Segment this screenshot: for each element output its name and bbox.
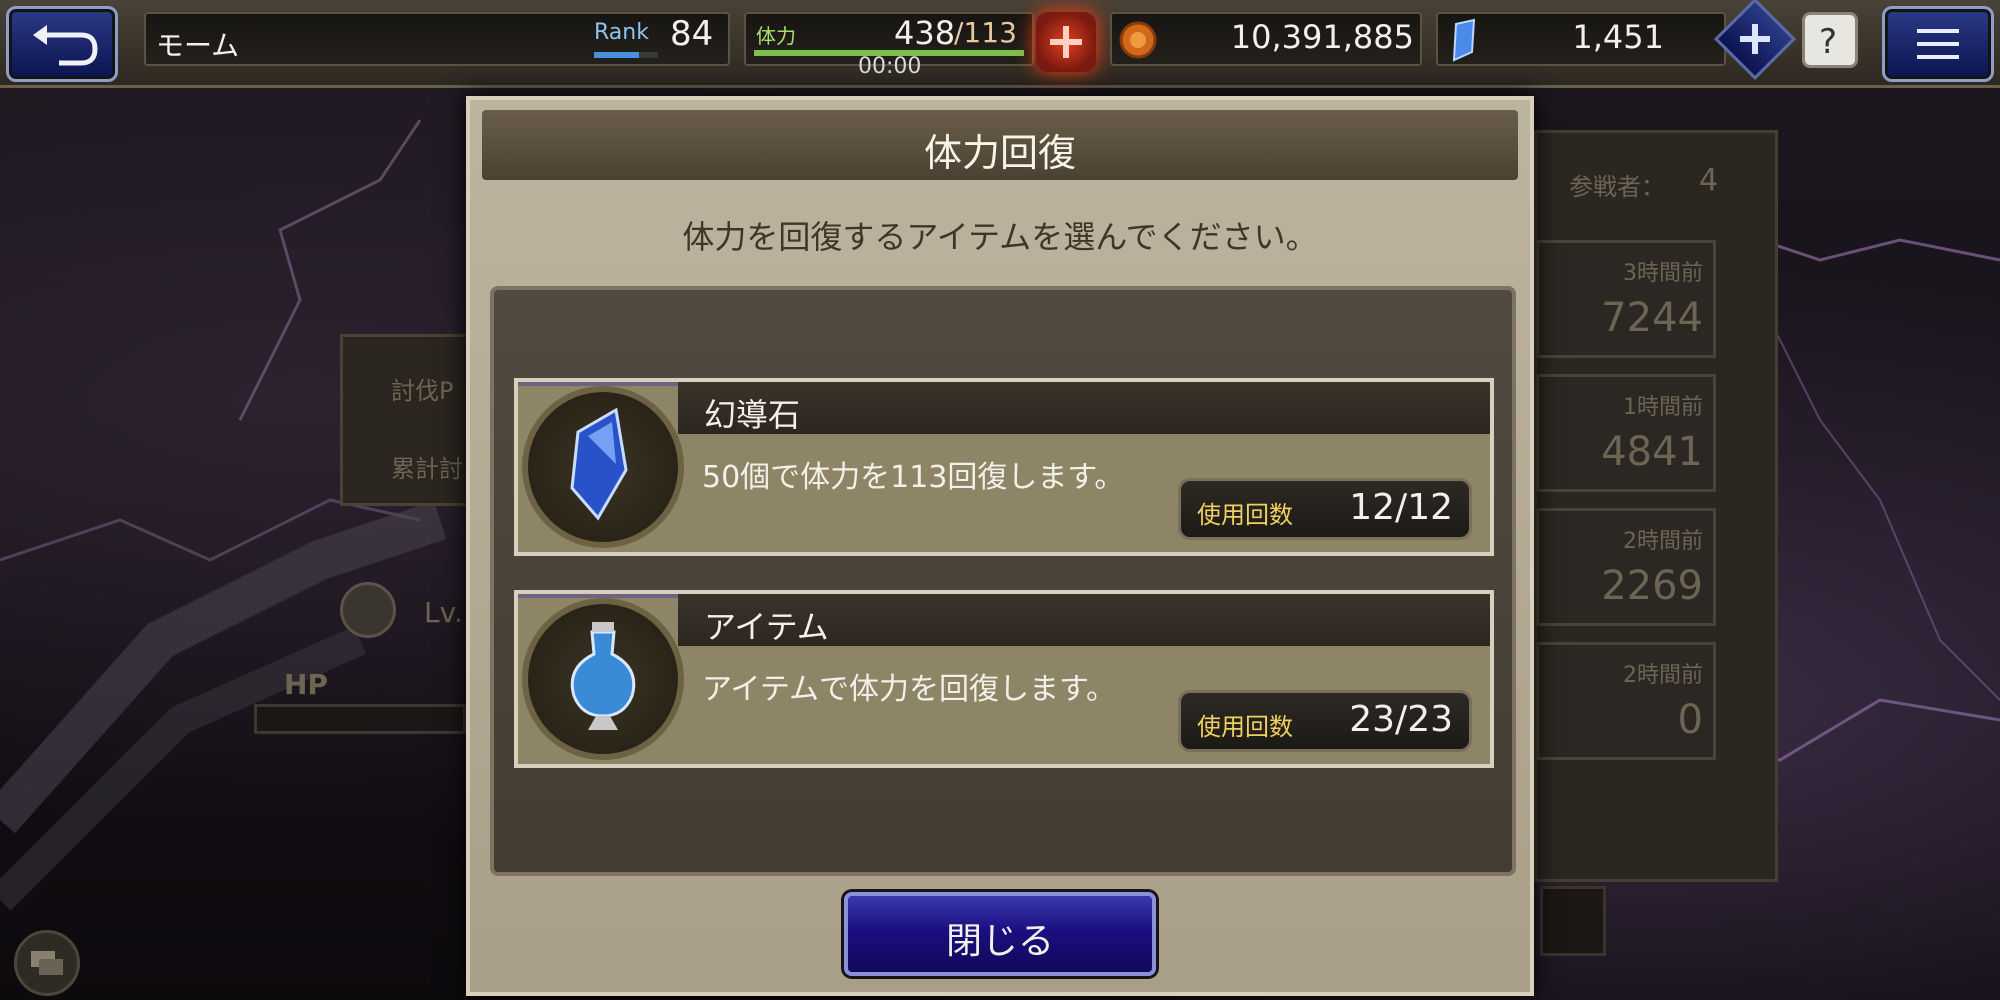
item-icon-frame <box>522 386 684 548</box>
history-card: 2時間前 0 <box>1536 642 1716 760</box>
history-value: 0 <box>1677 697 1703 743</box>
top-bar: モーム Rank 84 体力 438 /113 00:00 10,391,885… <box>0 0 2000 88</box>
usage-count-label: 使用回数 <box>1197 713 1293 741</box>
usage-count-value: 12/12 <box>1349 487 1453 528</box>
gem-panel: 1,451 <box>1436 12 1726 66</box>
left-label-1: 討伐P <box>391 377 454 405</box>
chat-icon <box>31 951 63 975</box>
hp-bar <box>254 704 466 734</box>
history-time: 2時間前 <box>1623 663 1703 688</box>
plus-icon <box>1740 24 1770 54</box>
participants-label: 参戦者： <box>1569 173 1665 201</box>
participants-count: 4 <box>1699 163 1719 198</box>
gem-icon <box>1452 18 1476 62</box>
menu-button[interactable] <box>1882 6 1994 82</box>
hp-label: HP <box>284 668 328 701</box>
gil-coin-icon <box>1119 21 1157 59</box>
help-button[interactable]: ? <box>1802 12 1858 68</box>
rank-value: 84 <box>670 14 714 54</box>
history-card: 3時間前 7244 <box>1536 240 1716 358</box>
history-time: 1時間前 <box>1623 395 1703 420</box>
stamina-recovery-dialog: 体力回復 体力を回復するアイテムを選んでください。 幻導石 50個で体力を113… <box>466 96 1534 996</box>
player-panel: モーム Rank 84 <box>144 12 730 66</box>
history-value: 7244 <box>1601 295 1703 341</box>
back-arrow-icon <box>33 25 98 66</box>
plus-icon <box>1050 26 1082 58</box>
item-name: アイテム <box>704 608 829 646</box>
dialog-title: 体力回復 <box>923 131 1076 175</box>
back-button[interactable] <box>6 6 118 82</box>
item-title-bar: アイテム <box>678 594 1490 646</box>
gem-amount: 1,451 <box>1572 18 1664 56</box>
close-button-label: 閉じる <box>945 921 1054 962</box>
item-title-bar: 幻導石 <box>678 382 1490 434</box>
usage-count-label: 使用回数 <box>1197 501 1293 529</box>
history-card: 1時間前 4841 <box>1536 374 1716 492</box>
usage-count-box: 使用回数 23/23 <box>1178 690 1472 752</box>
hamburger-menu-icon <box>1917 29 1959 59</box>
history-time: 3時間前 <box>1623 261 1703 286</box>
potion-icon <box>570 622 636 730</box>
history-value: 4841 <box>1601 429 1703 475</box>
level-emblem <box>340 582 396 638</box>
history-card: 2時間前 2269 <box>1536 508 1716 626</box>
history-time: 2時間前 <box>1623 529 1703 554</box>
rank-label: Rank <box>594 20 649 45</box>
rank-progress-bar <box>594 52 658 58</box>
recovery-item-list: 幻導石 50個で体力を113回復します。 使用回数 12/12 アイテム アイテ… <box>490 286 1516 876</box>
history-value: 2269 <box>1601 563 1703 609</box>
crystal-icon <box>570 407 628 521</box>
dialog-subtitle: 体力を回復するアイテムを選んでください。 <box>682 218 1318 256</box>
item-icon-frame <box>522 598 684 760</box>
stamina-timer: 00:00 <box>858 54 922 79</box>
stamina-current: 438 <box>894 14 956 52</box>
gil-amount: 10,391,885 <box>1230 18 1414 56</box>
bg-action-button <box>1540 886 1606 956</box>
gil-panel: 10,391,885 <box>1110 12 1422 66</box>
svg-text:?: ? <box>1819 22 1837 62</box>
help-question-icon: ? <box>1819 22 1837 62</box>
level-label: Lv. <box>424 596 463 629</box>
left-info-panel: 討伐P 累計討 <box>340 334 470 506</box>
item-description: アイテムで体力を回復します。 <box>702 672 1116 707</box>
usage-count-value: 23/23 <box>1349 699 1453 740</box>
chat-button[interactable] <box>14 930 80 996</box>
recovery-item-crystal[interactable]: 幻導石 50個で体力を113回復します。 使用回数 12/12 <box>514 378 1494 556</box>
left-label-2: 累計討 <box>391 455 463 483</box>
close-button[interactable]: 閉じる <box>844 892 1156 976</box>
recovery-item-potion[interactable]: アイテム アイテムで体力を回復します。 使用回数 23/23 <box>514 590 1494 768</box>
stamina-max: /113 <box>954 16 1017 49</box>
stamina-label: 体力 <box>756 24 796 48</box>
dialog-header: 体力回復 <box>482 110 1518 180</box>
item-description: 50個で体力を113回復します。 <box>702 460 1125 495</box>
player-name: モーム <box>156 29 240 62</box>
item-name: 幻導石 <box>704 396 801 434</box>
stamina-panel: 体力 438 /113 00:00 <box>744 12 1034 79</box>
usage-count-box: 使用回数 12/12 <box>1178 478 1472 540</box>
add-stamina-button[interactable] <box>1036 12 1096 72</box>
